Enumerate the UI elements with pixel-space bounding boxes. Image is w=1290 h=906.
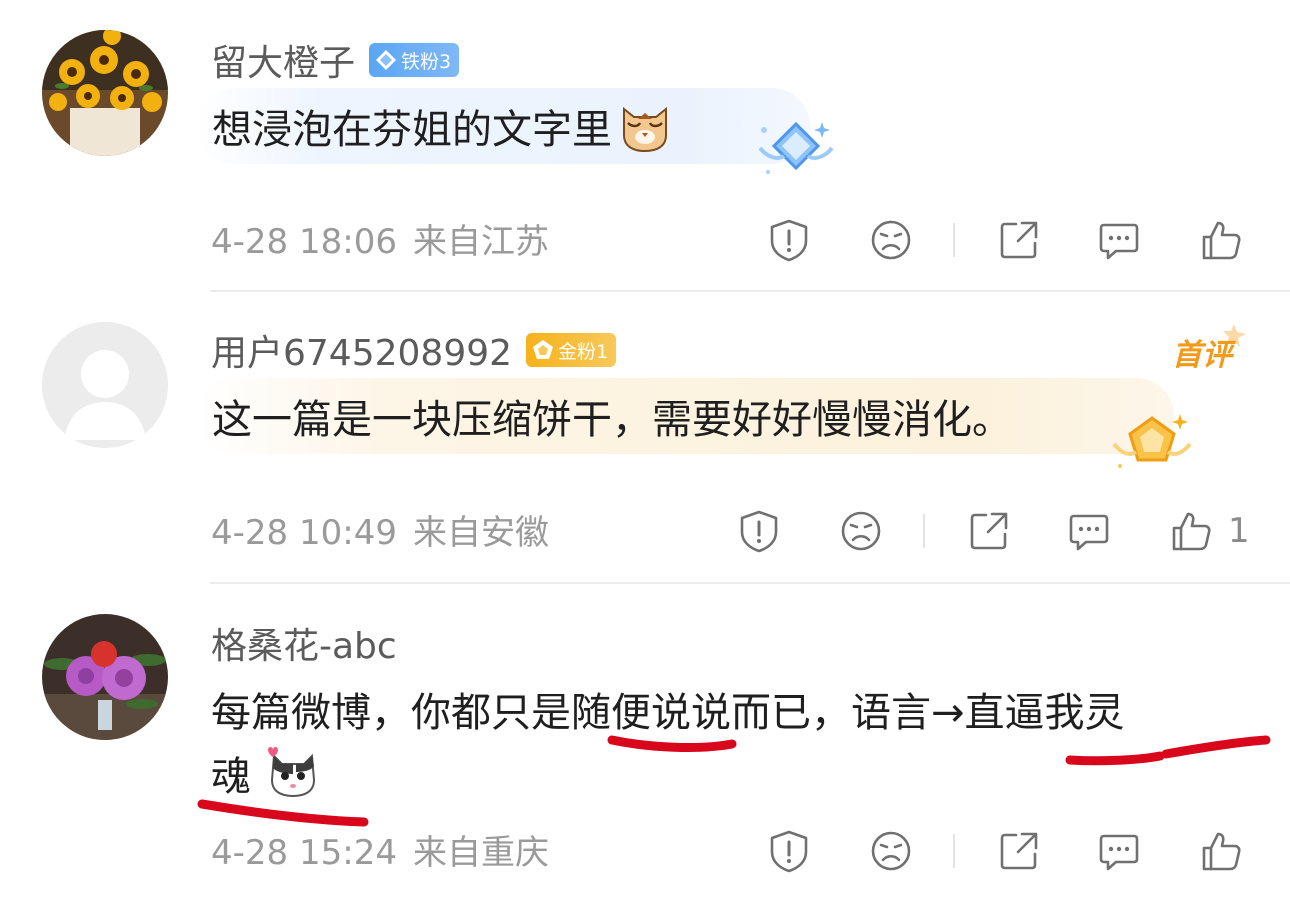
badge-label: 金粉1 bbox=[558, 340, 609, 363]
dislike-icon[interactable] bbox=[868, 217, 914, 263]
comment-item: 格桑花-abc 每篇微博，你都只是随便说说而已，语言→直逼我灵 魂 4-28 1… bbox=[0, 584, 1290, 906]
underline-hun bbox=[197, 799, 369, 827]
username[interactable]: 用户6745208992 bbox=[211, 324, 512, 376]
username[interactable]: 留大橙子 bbox=[211, 34, 355, 86]
comment-location: 来自江苏 bbox=[412, 222, 549, 262]
comment-item: 留大橙子 铁粉3 想浸泡在芬姐的文字里 4-28 18:06 来自江苏 bbox=[0, 0, 1290, 292]
comment-meta: 4-28 10:49 来自安徽 bbox=[211, 508, 549, 558]
fan-badge[interactable]: 铁粉3 bbox=[369, 43, 460, 77]
action-separator bbox=[923, 514, 925, 548]
username-row: 用户6745208992 金粉1 bbox=[211, 324, 617, 376]
comment-bubble: 这一篇是一块压缩饼干，需要好好慢慢消化。 bbox=[196, 378, 1174, 454]
fan-badge[interactable]: 金粉1 bbox=[526, 333, 617, 367]
username-row: 留大橙子 铁粉3 bbox=[211, 34, 460, 86]
red-underline-marks bbox=[197, 735, 1271, 827]
like-count: 1 bbox=[1228, 511, 1250, 551]
underline-zhibi-2 bbox=[1161, 735, 1271, 759]
first-comment-tag: 首评 bbox=[1168, 322, 1252, 376]
comment-location: 来自安徽 bbox=[412, 513, 549, 553]
fan-decoration bbox=[1112, 410, 1192, 482]
share-icon[interactable] bbox=[996, 217, 1042, 263]
cat-face-emoji bbox=[618, 99, 672, 153]
badge-label: 铁粉3 bbox=[401, 50, 452, 73]
comment-time: 4-28 10:49 bbox=[211, 513, 397, 553]
reply-icon[interactable] bbox=[1096, 217, 1142, 263]
like-icon[interactable] bbox=[1168, 508, 1214, 554]
avatar[interactable] bbox=[42, 30, 168, 156]
comment-meta: 4-28 18:06 来自江苏 bbox=[211, 217, 549, 267]
avatar[interactable] bbox=[42, 322, 168, 448]
reply-icon[interactable] bbox=[1066, 508, 1112, 554]
fan-decoration bbox=[758, 118, 834, 188]
comment-time: 4-28 18:06 bbox=[211, 222, 397, 262]
comment-item: 用户6745208992 金粉1 首评 这一篇是一块压缩饼干，需要好好慢慢消化。… bbox=[0, 292, 1290, 584]
pentagon-icon bbox=[533, 340, 554, 359]
report-icon[interactable] bbox=[766, 217, 812, 263]
underline-suibian bbox=[607, 735, 737, 752]
comment-text: 想浸泡在芬姐的文字里 bbox=[212, 107, 612, 153]
report-icon[interactable] bbox=[736, 508, 782, 554]
underline-zhibi-1 bbox=[1065, 751, 1165, 766]
dislike-icon[interactable] bbox=[838, 508, 884, 554]
comment-bubble: 想浸泡在芬姐的文字里 bbox=[196, 88, 810, 164]
action-separator bbox=[953, 223, 955, 257]
first-tag-label: 首评 bbox=[1172, 338, 1232, 373]
share-icon[interactable] bbox=[966, 508, 1012, 554]
diamond-icon bbox=[376, 50, 397, 70]
like-icon[interactable] bbox=[1198, 217, 1244, 263]
comment-text: 这一篇是一块压缩饼干，需要好好慢慢消化。 bbox=[212, 397, 1012, 443]
